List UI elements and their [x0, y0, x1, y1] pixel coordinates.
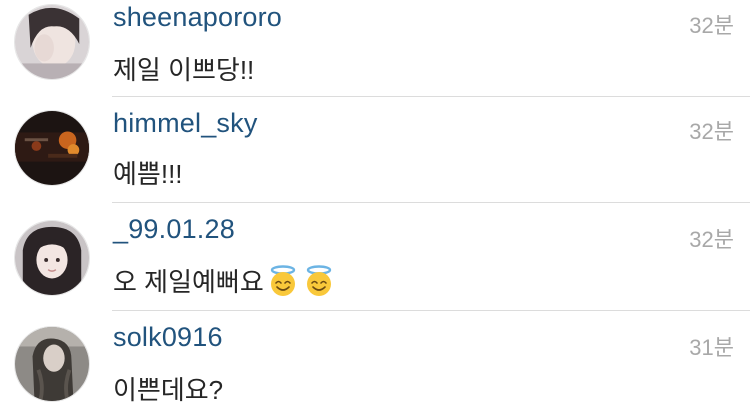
comment-item: sheenapororo 제일 이쁘당!! 32분 [0, 0, 750, 96]
comment-text-content: 오 제일예뻐요 [113, 267, 264, 297]
comment-item: himmel_sky 예쁨!!! 32분 [0, 96, 750, 202]
smiling-face-with-halo-icon [266, 264, 300, 298]
comment-username[interactable]: solk0916 [113, 322, 223, 353]
comment-timestamp: 32분 [689, 227, 734, 252]
comment-username[interactable]: sheenapororo [113, 2, 282, 33]
avatar[interactable] [14, 110, 90, 186]
comment-text: 예쁨!!! [113, 154, 183, 191]
comment-text: 제일 이쁘당!! [113, 50, 254, 87]
comment-text-content: 이쁜데요? [113, 375, 224, 405]
avatar[interactable] [14, 4, 90, 80]
smiling-face-with-halo-icon [302, 264, 336, 298]
comment-timestamp: 32분 [689, 13, 734, 38]
comment-username[interactable]: _99.01.28 [113, 214, 235, 245]
comment-text: 이쁜데요? [113, 370, 223, 406]
comment-timestamp: 31분 [689, 335, 734, 360]
comment-item: solk0916 이쁜데요? 31분 [0, 310, 750, 406]
comment-item: _99.01.28 오 제일예뻐요 32분 [0, 202, 750, 310]
avatar[interactable] [14, 220, 90, 296]
comment-text: 오 제일예뻐요 [113, 262, 336, 299]
comment-text-content: 제일 이쁘당!! [113, 55, 255, 85]
comment-text-content: 예쁨!!! [113, 159, 183, 189]
comments-list: sheenapororo 제일 이쁘당!! 32분 himmel_sky 예쁨!… [0, 0, 750, 406]
comment-timestamp: 32분 [689, 119, 734, 144]
comment-username[interactable]: himmel_sky [113, 108, 258, 139]
avatar[interactable] [14, 326, 90, 402]
